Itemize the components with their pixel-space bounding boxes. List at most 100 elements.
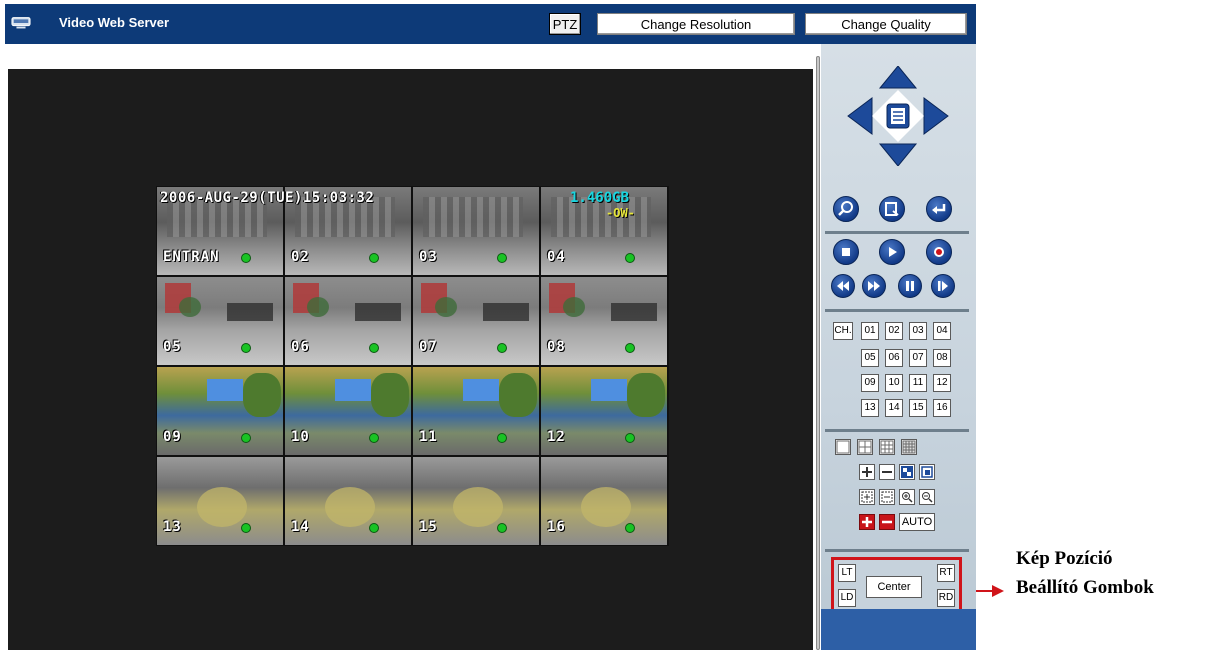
scene-tree — [243, 373, 281, 417]
camera-tile-16[interactable]: 16 — [540, 456, 668, 546]
ch-button[interactable]: CH. — [833, 322, 853, 340]
change-resolution-button[interactable]: Change Resolution — [597, 13, 795, 35]
channel-button-13[interactable]: 13 — [861, 399, 879, 417]
ptz-up-arrow-icon[interactable] — [878, 66, 918, 89]
pip-button[interactable] — [899, 464, 915, 480]
title-bar: Video Web Server PTZ Change Resolution C… — [5, 4, 976, 44]
zoom-in-frame-icon — [861, 491, 873, 503]
ptz-button[interactable]: PTZ — [549, 13, 581, 35]
control-panel: CH. 01 02 03 04 05 06 07 08 09 10 11 12 … — [821, 44, 976, 650]
single-view-icon — [836, 440, 850, 454]
channel-button-03[interactable]: 03 — [909, 322, 927, 340]
camera-label: 06 — [291, 339, 310, 355]
channel-button-12[interactable]: 12 — [933, 374, 951, 392]
scene-walkway — [325, 487, 375, 527]
scene-plant — [179, 297, 201, 317]
status-dot-icon — [241, 433, 251, 443]
stop-button[interactable] — [833, 239, 859, 265]
camera-tile-13[interactable]: 13 — [156, 456, 284, 546]
change-quality-button[interactable]: Change Quality — [805, 13, 967, 35]
fast-forward-button[interactable] — [862, 274, 886, 298]
scrollbar-thumb[interactable] — [816, 56, 820, 650]
plus-button[interactable] — [859, 464, 875, 480]
camera-tile-03[interactable]: 03 — [412, 186, 540, 276]
zoom-in-button[interactable] — [859, 489, 875, 505]
camera-label: 15 — [419, 519, 438, 535]
record-icon — [934, 247, 944, 257]
camera-tile-08[interactable]: 08 — [540, 276, 668, 366]
status-dot-icon — [369, 433, 379, 443]
camera-tile-15[interactable]: 15 — [412, 456, 540, 546]
osd-overwrite: -OW- — [606, 206, 635, 220]
channel-button-01[interactable]: 01 — [861, 322, 879, 340]
position-ld-button[interactable]: LD — [838, 589, 856, 607]
camera-tile-07[interactable]: 07 — [412, 276, 540, 366]
layout-quad-button[interactable] — [857, 439, 873, 455]
scene-plant — [435, 297, 457, 317]
camera-label: 04 — [547, 249, 566, 265]
auto-button[interactable]: AUTO — [899, 513, 935, 531]
layout-sixteen-button[interactable] — [901, 439, 917, 455]
divider — [825, 429, 969, 432]
ptz-right-arrow-icon[interactable] — [923, 97, 949, 135]
status-dot-icon — [369, 253, 379, 263]
status-dot-icon — [241, 343, 251, 353]
channel-button-06[interactable]: 06 — [885, 349, 903, 367]
position-center-button[interactable]: Center — [866, 576, 922, 598]
layout-nine-button[interactable] — [879, 439, 895, 455]
position-lt-button[interactable]: LT — [838, 564, 856, 582]
return-button[interactable] — [926, 196, 952, 222]
camera-tile-06[interactable]: 06 — [284, 276, 412, 366]
pip-icon — [901, 466, 913, 478]
record-button[interactable] — [926, 239, 952, 265]
camera-label: 10 — [291, 429, 310, 445]
return-icon — [932, 204, 946, 214]
zoom-out-button[interactable] — [879, 489, 895, 505]
camera-grid: ENTRAN 02 03 04 05 06 07 08 09 10 11 12 13 14 15 16 — [156, 186, 669, 546]
ptz-left-arrow-icon[interactable] — [847, 97, 873, 135]
status-strip — [8, 46, 813, 69]
search-button[interactable] — [833, 196, 859, 222]
step-button[interactable] — [931, 274, 955, 298]
channel-button-09[interactable]: 09 — [861, 374, 879, 392]
channel-button-16[interactable]: 16 — [933, 399, 951, 417]
minus-button[interactable] — [879, 464, 895, 480]
camera-tile-09[interactable]: 09 — [156, 366, 284, 456]
channel-button-08[interactable]: 08 — [933, 349, 951, 367]
channel-button-10[interactable]: 10 — [885, 374, 903, 392]
magnify-minus-icon — [922, 492, 933, 503]
channel-button-15[interactable]: 15 — [909, 399, 927, 417]
sequence-icon — [921, 466, 933, 478]
position-rd-button[interactable]: RD — [937, 589, 955, 607]
channel-button-07[interactable]: 07 — [909, 349, 927, 367]
position-rt-button[interactable]: RT — [937, 564, 955, 582]
camera-tile-11[interactable]: 11 — [412, 366, 540, 456]
play-button[interactable] — [879, 239, 905, 265]
camera-tile-10[interactable]: 10 — [284, 366, 412, 456]
focus-near-button[interactable] — [899, 489, 915, 505]
sequence-button[interactable] — [919, 464, 935, 480]
channel-button-04[interactable]: 04 — [933, 322, 951, 340]
camera-label: 07 — [419, 339, 438, 355]
channel-button-14[interactable]: 14 — [885, 399, 903, 417]
pause-icon — [906, 281, 914, 291]
backup-button[interactable] — [879, 196, 905, 222]
pause-button[interactable] — [898, 274, 922, 298]
scene-chairs — [355, 303, 401, 321]
status-dot-icon — [369, 343, 379, 353]
layout-single-button[interactable] — [835, 439, 851, 455]
rewind-button[interactable] — [831, 274, 855, 298]
channel-button-11[interactable]: 11 — [909, 374, 927, 392]
scene-pool — [463, 379, 499, 401]
focus-far-button[interactable] — [919, 489, 935, 505]
scene-chairs — [227, 303, 273, 321]
ptz-down-arrow-icon[interactable] — [878, 143, 918, 166]
red-plus-button[interactable] — [859, 514, 875, 530]
channel-button-02[interactable]: 02 — [885, 322, 903, 340]
red-minus-button[interactable] — [879, 514, 895, 530]
camera-tile-14[interactable]: 14 — [284, 456, 412, 546]
camera-tile-05[interactable]: 05 — [156, 276, 284, 366]
channel-button-05[interactable]: 05 — [861, 349, 879, 367]
camera-tile-12[interactable]: 12 — [540, 366, 668, 456]
camera-label: 11 — [419, 429, 438, 445]
